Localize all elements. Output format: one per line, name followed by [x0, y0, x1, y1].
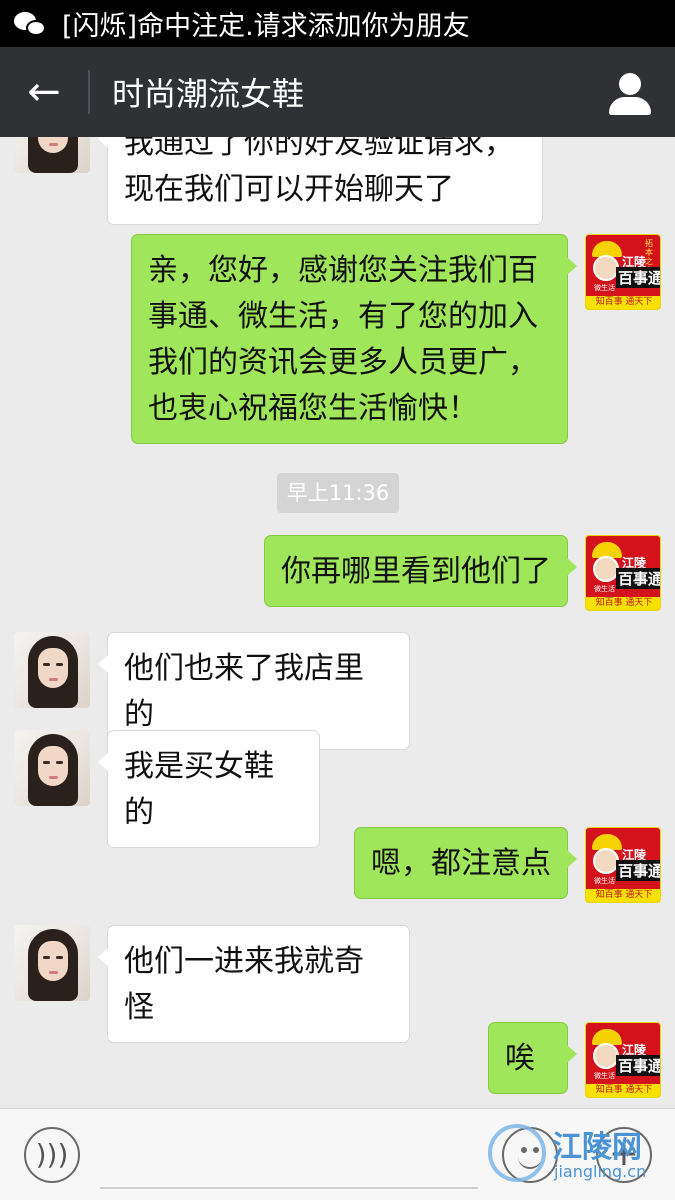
chat-header: ← 时尚潮流女鞋	[0, 47, 675, 137]
profile-button[interactable]	[585, 47, 675, 137]
shop-avatar[interactable]: 江陵 百事通 微生活 知百事 通天下	[585, 535, 661, 611]
message-input[interactable]	[100, 1187, 478, 1189]
avatar-strip: 知百事 通天下	[586, 1084, 660, 1097]
shop-avatar[interactable]: 江陵 百事通 微生活 知百事 通天下	[585, 827, 661, 903]
shop-avatar[interactable]: 江陵 百事通 微生活 知百事 通天下	[585, 1022, 661, 1098]
voice-icon: )))	[35, 1138, 69, 1171]
header-divider	[88, 70, 90, 114]
notification-bar[interactable]: [闪烁]命中注定.请求添加你为朋友	[0, 0, 675, 47]
contact-avatar[interactable]	[14, 730, 90, 806]
notification-text: [闪烁]命中注定.请求添加你为朋友	[62, 11, 470, 42]
message-bubble-incoming[interactable]: 我是买女鞋的	[98, 730, 320, 848]
arrow-left-icon: ←	[27, 69, 61, 115]
avatar-small: 微生活	[594, 877, 615, 885]
back-button[interactable]: ←	[0, 47, 88, 137]
message-bubble-incoming[interactable]: 他们一进来我就奇怪	[98, 925, 410, 1043]
avatar-brand: 百事通	[616, 267, 660, 288]
composer-bar: ))) +	[0, 1108, 675, 1200]
emoji-button[interactable]	[502, 1127, 558, 1183]
timestamp: 早上11:36	[277, 473, 399, 513]
message-bubble-outgoing[interactable]: 唉	[488, 1022, 577, 1094]
message-bubble-outgoing[interactable]: 你再哪里看到他们了	[264, 535, 577, 607]
message-list[interactable]: 我通过了你的好友验证请求，现在我们可以开始聊天了 亲，您好，感谢您关注我们百事通…	[0, 137, 675, 1108]
avatar-brand: 百事通	[616, 568, 660, 589]
message-bubble-incoming[interactable]: 我通过了你的好友验证请求，现在我们可以开始聊天了	[98, 137, 543, 225]
avatar-strip: 知百事 通天下	[586, 296, 660, 309]
message-bubble-outgoing[interactable]: 亲，您好，感谢您关注我们百事通、微生活，有了您的加入我们的资讯会更多人员更广，也…	[131, 234, 577, 444]
voice-button[interactable]: )))	[24, 1127, 80, 1183]
avatar-small: 微生活	[594, 585, 615, 593]
more-button[interactable]: +	[596, 1127, 652, 1183]
shop-avatar[interactable]: 拓本之家 江陵 百事通 微生活 知百事 通天下	[585, 234, 661, 310]
avatar-brand: 百事通	[616, 1055, 660, 1076]
avatar-strip: 知百事 通天下	[586, 889, 660, 902]
wechat-icon	[14, 10, 48, 38]
avatar-small: 微生活	[594, 284, 615, 292]
avatar-small: 微生活	[594, 1072, 615, 1080]
chat-title: 时尚潮流女鞋	[112, 75, 305, 113]
plus-icon: +	[608, 1133, 640, 1174]
contact-avatar[interactable]	[14, 137, 90, 173]
message-bubble-outgoing[interactable]: 嗯，都注意点	[354, 827, 577, 899]
avatar-strip: 知百事 通天下	[586, 597, 660, 610]
avatar-brand: 百事通	[616, 860, 660, 881]
contact-avatar[interactable]	[14, 632, 90, 708]
contact-avatar[interactable]	[14, 925, 90, 1001]
